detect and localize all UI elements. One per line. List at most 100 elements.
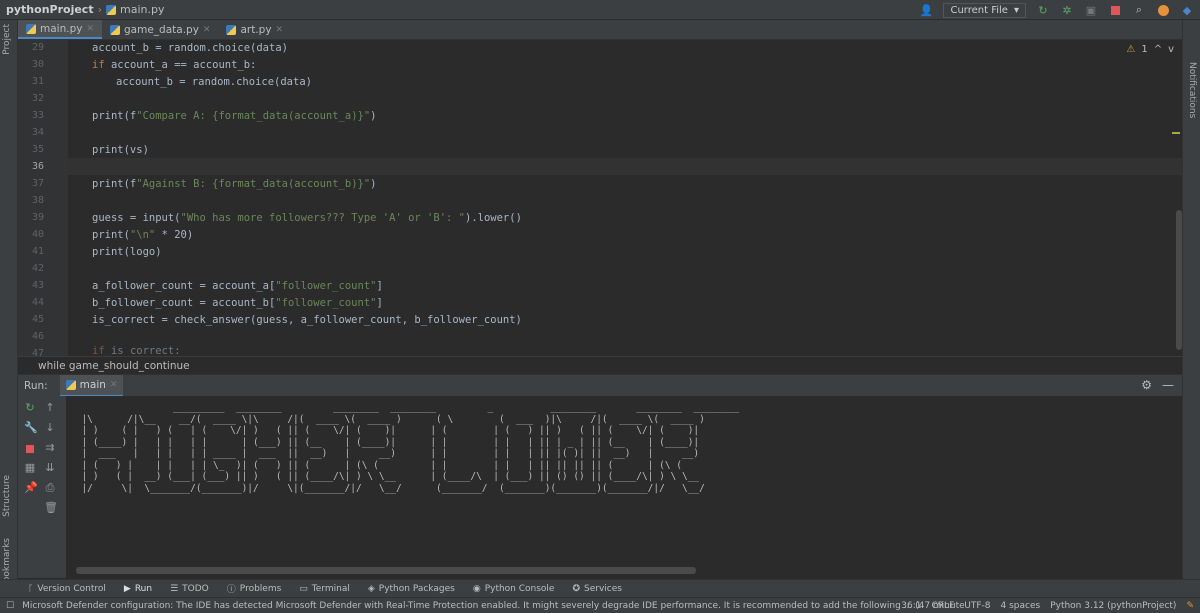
warning-icon: ⚠ bbox=[1126, 44, 1136, 55]
line-number: 45 bbox=[31, 314, 44, 325]
code-line: print("\n" * 20) bbox=[92, 229, 194, 241]
tool-label: Terminal bbox=[311, 583, 350, 594]
line-separator[interactable]: CRLF bbox=[932, 601, 955, 611]
line-number: 40 bbox=[31, 229, 44, 240]
tab-label: game_data.py bbox=[124, 23, 199, 36]
python-file-icon bbox=[105, 4, 116, 15]
event-log-icon[interactable]: ✎ bbox=[1186, 601, 1194, 611]
python-file-icon bbox=[110, 24, 120, 35]
run-panel-tools: ⚙ — bbox=[1141, 378, 1174, 392]
tab-game-data-py[interactable]: game_data.py ✕ bbox=[102, 20, 218, 39]
tool-label: Problems bbox=[239, 583, 282, 594]
line-number: 30 bbox=[31, 59, 44, 70]
line-number: 43 bbox=[31, 280, 44, 291]
line-number: 32 bbox=[31, 93, 44, 104]
arrow-up-icon[interactable]: ↑ bbox=[44, 402, 56, 414]
line-number: 41 bbox=[31, 246, 44, 257]
python-icon: ◉ bbox=[472, 583, 481, 594]
tool-todo[interactable]: ☰ TODO bbox=[170, 584, 209, 594]
code-line: print(f"Compare A: {format_data(account_… bbox=[92, 110, 377, 122]
debug-icon[interactable]: ✲ bbox=[1060, 3, 1074, 17]
nav-project[interactable]: pythonProject bbox=[6, 3, 94, 16]
notifications-tool-button[interactable]: Notifications bbox=[1187, 62, 1197, 118]
update-icon[interactable] bbox=[1156, 3, 1170, 17]
code-line: guess = input("Who has more followers???… bbox=[92, 212, 522, 224]
chevron-up-icon[interactable]: ^ bbox=[1154, 44, 1162, 55]
line-number: 36 bbox=[31, 161, 44, 172]
wrench-icon[interactable]: 🔧 bbox=[24, 422, 38, 434]
stop-icon[interactable] bbox=[24, 444, 36, 456]
logo-icon[interactable]: ◆ bbox=[1180, 3, 1194, 17]
caret-position[interactable]: 36:1 bbox=[901, 601, 921, 611]
coverage-icon[interactable]: ▣ bbox=[1084, 3, 1098, 17]
close-icon[interactable]: ✕ bbox=[276, 25, 284, 35]
status-square-icon[interactable]: ☐ bbox=[0, 601, 14, 611]
chevron-down-icon[interactable]: v bbox=[1168, 44, 1174, 55]
tool-problems[interactable]: ⓘ Problems bbox=[227, 582, 282, 596]
gear-icon[interactable]: ⚙ bbox=[1141, 378, 1152, 392]
code-line: if is_correct: bbox=[92, 345, 181, 356]
status-right: 36:1 CRLF UTF-8 4 spaces Python 3.12 (py… bbox=[901, 598, 1194, 613]
interpreter[interactable]: Python 3.12 (pythonProject) bbox=[1050, 601, 1176, 611]
code-line: a_follower_count = account_a["follower_c… bbox=[92, 280, 383, 292]
run-tab-main[interactable]: main ✕ bbox=[59, 374, 124, 397]
pin-icon[interactable]: 📌 bbox=[24, 482, 38, 494]
python-file-icon bbox=[226, 24, 237, 35]
rerun-icon[interactable]: ↻ bbox=[24, 402, 36, 414]
scroll-to-end-icon[interactable]: ⇊ bbox=[44, 462, 56, 474]
toolbar-right: 👤 Current File ▾ ↻ ✲ ▣ ⌕ ◆ bbox=[919, 0, 1194, 20]
inspection-widget[interactable]: ⚠ 1 ^ v bbox=[1126, 44, 1174, 55]
arrow-down-icon[interactable]: ↓ bbox=[44, 422, 56, 434]
run-config-select[interactable]: Current File ▾ bbox=[943, 2, 1026, 18]
tool-python-packages[interactable]: ◈ Python Packages bbox=[368, 584, 455, 594]
python-file-icon bbox=[65, 379, 76, 390]
tool-version-control[interactable]: ᚴ Version Control bbox=[28, 584, 106, 594]
list-icon: ☰ bbox=[170, 583, 179, 594]
tab-art-py[interactable]: art.py ✕ bbox=[218, 20, 291, 39]
line-number: 29 bbox=[31, 42, 44, 53]
error-stripe-mark[interactable] bbox=[1172, 132, 1180, 134]
project-tool-button[interactable]: Project bbox=[2, 24, 12, 55]
code-line: account_b = random.choice(data) bbox=[92, 42, 288, 54]
stop-icon[interactable] bbox=[1108, 3, 1122, 17]
left-tool-strip: Project Structure Bookmarks bbox=[0, 20, 18, 597]
tool-python-console[interactable]: ◉ Python Console bbox=[473, 584, 555, 594]
tool-run[interactable]: ▶ Run bbox=[124, 584, 152, 594]
code-breadcrumb[interactable]: while game_should_continue bbox=[18, 356, 1182, 374]
line-number: 44 bbox=[31, 297, 44, 308]
soft-wrap-icon[interactable]: ⇉ bbox=[44, 442, 56, 454]
editor-scrollbar[interactable] bbox=[1176, 210, 1182, 350]
structure-tool-button[interactable]: Structure bbox=[2, 475, 12, 517]
code-editor[interactable]: 29 account_b = random.choice(data) 30 if ac… bbox=[18, 40, 1182, 356]
code-line: print(vs) bbox=[92, 144, 149, 156]
run-label: Run: bbox=[24, 379, 48, 392]
nav-file[interactable]: main.py bbox=[120, 3, 164, 16]
tool-label: Services bbox=[584, 583, 622, 594]
branch-icon: ᚴ bbox=[28, 583, 34, 594]
packages-icon: ◈ bbox=[367, 583, 375, 594]
close-icon[interactable]: ✕ bbox=[203, 25, 211, 35]
file-encoding[interactable]: UTF-8 bbox=[964, 601, 990, 611]
tab-main-py[interactable]: main.py ✕ bbox=[18, 20, 102, 39]
console-scrollbar[interactable] bbox=[76, 567, 696, 574]
print-icon[interactable]: ⎙ bbox=[44, 482, 56, 494]
status-bar: ☐ Microsoft Defender configuration: The … bbox=[0, 597, 1200, 613]
code-line: print(f"Against B: {format_data(account_… bbox=[92, 178, 377, 190]
tool-terminal[interactable]: ▭ Terminal bbox=[299, 584, 350, 594]
run-console[interactable]: _________ ________ ________ ________ _ _… bbox=[66, 396, 1182, 578]
line-number: 42 bbox=[31, 263, 44, 274]
minimize-icon[interactable]: — bbox=[1162, 378, 1174, 392]
line-number: 37 bbox=[31, 178, 44, 189]
search-icon[interactable]: ⌕ bbox=[1132, 3, 1146, 17]
trash-icon[interactable]: 🗑 bbox=[44, 502, 58, 514]
status-message[interactable]: Microsoft Defender configuration: The ID… bbox=[14, 601, 965, 611]
nav-breadcrumb: pythonProject › main.py bbox=[0, 3, 164, 16]
rerun-icon[interactable]: ↻ bbox=[1036, 3, 1050, 17]
indent-setting[interactable]: 4 spaces bbox=[1001, 601, 1041, 611]
close-icon[interactable]: ✕ bbox=[110, 380, 118, 390]
close-icon[interactable]: ✕ bbox=[86, 24, 94, 34]
layout-icon[interactable]: ▦ bbox=[24, 462, 36, 474]
user-icon[interactable]: 👤 bbox=[919, 3, 934, 17]
code-line: print(logo) bbox=[92, 246, 162, 258]
tool-services[interactable]: ✪ Services bbox=[572, 584, 622, 594]
